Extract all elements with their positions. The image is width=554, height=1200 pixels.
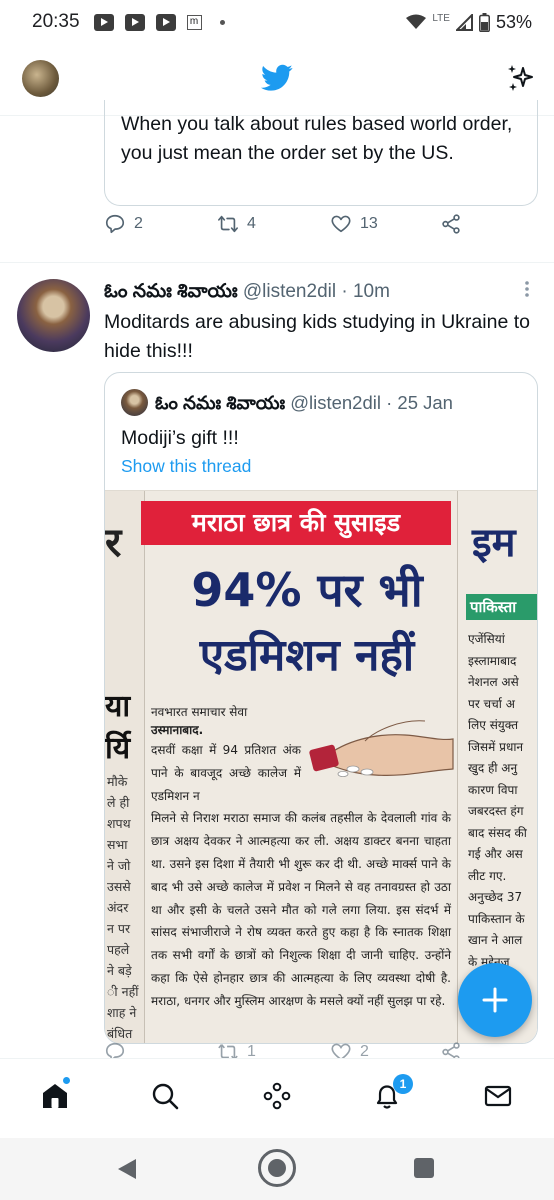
quoted-tweet-text: Modiji’s gift !!! <box>121 427 239 449</box>
wifi-icon <box>406 14 427 29</box>
retweet-button[interactable]: 4 <box>217 213 256 235</box>
share-icon <box>442 214 460 234</box>
network-type: LTE <box>432 12 450 24</box>
nav-search[interactable] <box>150 1081 180 1111</box>
youtube-notification-icon <box>155 13 176 31</box>
previous-quoted-tweet[interactable]: When you talk about rules based world or… <box>104 100 538 206</box>
newspaper-byline: नवभारत समाचार सेवा उस्मानाबाद. <box>151 703 301 739</box>
status-right: LTE 53% <box>406 12 532 33</box>
notifications-badge: 1 <box>393 1074 413 1094</box>
youtube-notification-icon <box>93 13 114 31</box>
article-lead: दसवीं कक्षा में 94 प्रतिशत अंक पाने के ब… <box>151 743 301 803</box>
profile-avatar[interactable] <box>22 60 59 97</box>
like-count: 13 <box>360 215 378 232</box>
left-column-subheading: या र्यि <box>105 689 131 766</box>
home-icon <box>43 1084 67 1108</box>
back-icon[interactable] <box>118 1159 136 1179</box>
article-body: मिलने से निराश मराठा समाज की कलंब तहसील … <box>151 811 451 1008</box>
quoted-author-avatar <box>121 389 148 416</box>
search-icon <box>152 1083 179 1110</box>
twitter-bird-icon[interactable] <box>261 64 293 92</box>
tweet-divider <box>0 262 554 263</box>
retweet-count: 4 <box>247 215 256 232</box>
signal-icon <box>455 13 473 31</box>
right-column-heading: इम <box>472 520 516 566</box>
reply-icon <box>105 214 125 234</box>
status-bar: 20:35 m LTE 53% <box>0 0 554 44</box>
home-button-icon[interactable] <box>258 1149 296 1187</box>
retweet-icon <box>218 215 238 233</box>
system-navigation-bar <box>0 1138 554 1200</box>
share-button[interactable] <box>440 213 462 235</box>
youtube-notification-icon <box>124 13 145 31</box>
previous-quote-text: When you talk about rules based world or… <box>121 113 513 164</box>
quoted-tweet-header: ఓం నమః శివాయః @listen2dil · 25 Jan <box>155 390 453 416</box>
tweet-header: ఓం నమః శివాయః @listen2dil · 10m <box>104 279 524 305</box>
nav-home[interactable] <box>40 1081 70 1111</box>
reply-count: 2 <box>134 215 143 232</box>
quoted-author-name: ఓం నమః శివాయః <box>155 392 286 413</box>
mail-icon <box>484 1085 512 1107</box>
quoted-date: 25 Jan <box>397 392 453 413</box>
more-options-icon[interactable] <box>512 279 542 303</box>
recents-icon[interactable] <box>414 1158 434 1178</box>
m-notification-icon: m <box>186 14 202 30</box>
newspaper-headline-line1: 94% पर भी <box>191 563 423 617</box>
reply-button[interactable]: 2 <box>104 213 143 235</box>
tweet-author-name[interactable]: ఓం నమః శివాయః <box>104 281 238 302</box>
like-button[interactable]: 13 <box>330 213 378 235</box>
left-column-heading: र <box>105 520 122 566</box>
newspaper-headline-line2: एडमिशन नहीं <box>199 630 415 681</box>
right-column-tag: पाकिस्ता <box>466 594 537 620</box>
battery-icon <box>478 12 490 32</box>
quoted-tweet[interactable]: ఓం నమః శివాయః @listen2dil · 25 Jan Modij… <box>104 372 538 1044</box>
quoted-separator: · <box>386 392 393 413</box>
byline-place: उस्मानाबाद. <box>151 723 204 737</box>
heart-icon <box>331 215 351 233</box>
quoted-author-handle: @listen2dil <box>290 392 381 413</box>
newspaper-right-column: इम पाकिस्ता एजेंसियां इस्लामाबाद नेशनल अ… <box>457 491 537 1043</box>
compose-tweet-button[interactable] <box>458 963 532 1037</box>
left-column-text: मौके ले ही शपथ सभा ने जो उससे अंदर न पर … <box>107 774 139 1041</box>
bottom-navigation: 1 <box>0 1058 554 1138</box>
right-column-text: एजेंसियां इस्लामाबाद नेशनल असे पर चर्चा … <box>468 632 527 990</box>
status-time: 20:35 <box>32 11 80 32</box>
sparkle-icon[interactable] <box>505 62 537 94</box>
tweet-author-avatar[interactable] <box>17 279 90 352</box>
battery-percent: 53% <box>495 11 532 32</box>
nav-messages[interactable] <box>483 1081 513 1111</box>
nav-spaces[interactable] <box>262 1081 292 1111</box>
tweet-time: 10m <box>352 281 390 302</box>
byline-agency: नवभारत समाचार सेवा <box>151 705 248 719</box>
spaces-icon <box>263 1082 291 1110</box>
tweet-text: Moditards are abusing kids studying in U… <box>104 311 530 362</box>
newspaper-banner: मराठा छात्र की सुसाइड <box>141 501 451 545</box>
newspaper-article: दसवीं कक्षा में 94 प्रतिशत अंक पाने के ब… <box>151 739 451 1013</box>
more-notifications-dot <box>219 19 225 25</box>
newspaper-clipping-image[interactable]: र या र्यि मौके ले ही शपथ सभा ने जो उससे … <box>105 490 537 1043</box>
tweet-author-handle[interactable]: @listen2dil <box>243 281 336 302</box>
show-thread-link[interactable]: Show this thread <box>121 453 251 479</box>
tweet-separator: · <box>341 281 348 302</box>
plus-icon <box>482 987 508 1013</box>
home-new-indicator <box>62 1076 71 1085</box>
newspaper-left-column: र या र्यि मौके ले ही शपथ सभा ने जो उससे … <box>105 491 145 1043</box>
